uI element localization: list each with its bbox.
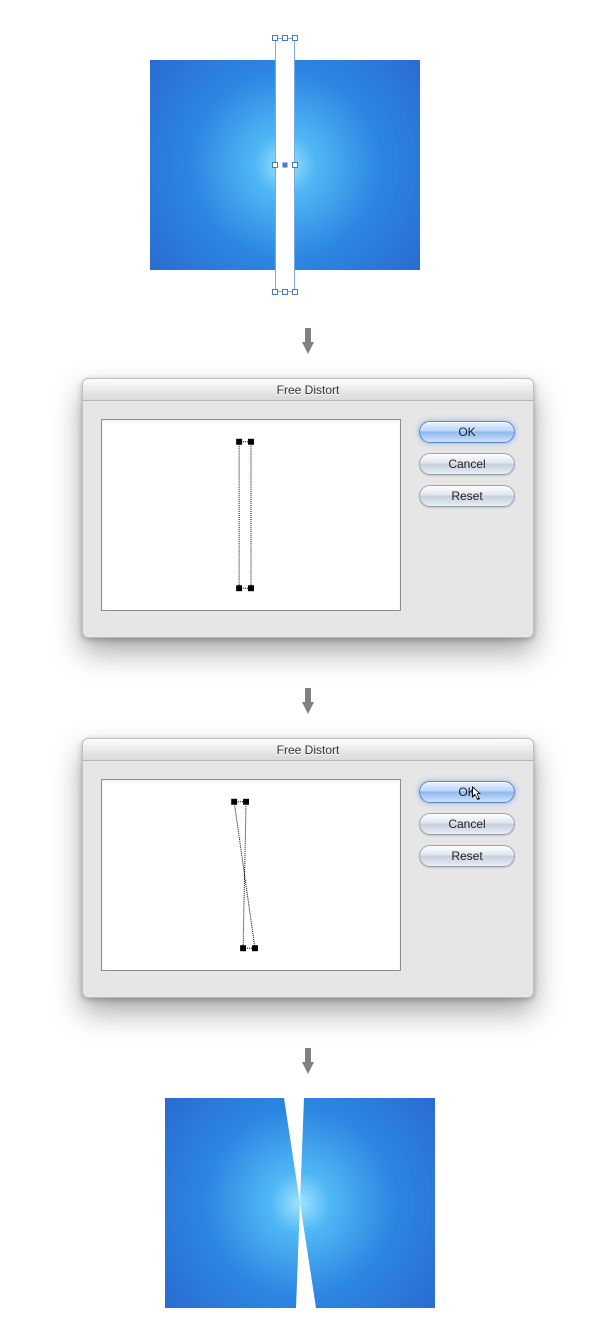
ok-button-label: OK bbox=[458, 785, 475, 799]
distort-mesh[interactable] bbox=[102, 420, 400, 610]
ok-button[interactable]: OK bbox=[419, 421, 515, 443]
flow-arrow-icon bbox=[302, 1048, 314, 1074]
selection-handle-bottom-mid[interactable] bbox=[282, 289, 288, 295]
reset-button[interactable]: Reset bbox=[419, 845, 515, 867]
selection-handle-top-left[interactable] bbox=[272, 35, 278, 41]
selection-handle-bottom-right[interactable] bbox=[292, 289, 298, 295]
white-strip-distorted bbox=[165, 1098, 435, 1308]
flow-arrow-icon bbox=[302, 328, 314, 354]
cancel-button[interactable]: Cancel bbox=[419, 813, 515, 835]
selection-bounding-box[interactable] bbox=[275, 38, 295, 292]
artboard-result bbox=[165, 1098, 435, 1308]
distort-preview[interactable] bbox=[101, 419, 401, 611]
cancel-button[interactable]: Cancel bbox=[419, 453, 515, 475]
selection-handle-top-right[interactable] bbox=[292, 35, 298, 41]
artboard-initial bbox=[150, 60, 420, 270]
selection-handle-mid-left[interactable] bbox=[272, 162, 278, 168]
selection-handle-mid-right[interactable] bbox=[292, 162, 298, 168]
distort-mesh-distorted[interactable] bbox=[102, 780, 400, 970]
dialog-button-column: OK Cancel Reset bbox=[419, 419, 515, 611]
flow-arrow-icon bbox=[302, 688, 314, 714]
ok-button[interactable]: OK bbox=[419, 781, 515, 803]
selection-center-icon bbox=[283, 163, 288, 168]
selection-handle-bottom-left[interactable] bbox=[272, 289, 278, 295]
free-distort-dialog: Free Distort OK Cancel bbox=[82, 378, 534, 638]
dialog-button-column: OK Cancel Reset bbox=[419, 779, 515, 971]
dialog-title: Free Distort bbox=[83, 739, 533, 761]
reset-button[interactable]: Reset bbox=[419, 485, 515, 507]
selection-handle-top-mid[interactable] bbox=[282, 35, 288, 41]
free-distort-dialog-distorted: Free Distort bbox=[82, 738, 534, 998]
dialog-title: Free Distort bbox=[83, 379, 533, 401]
distort-preview[interactable] bbox=[101, 779, 401, 971]
